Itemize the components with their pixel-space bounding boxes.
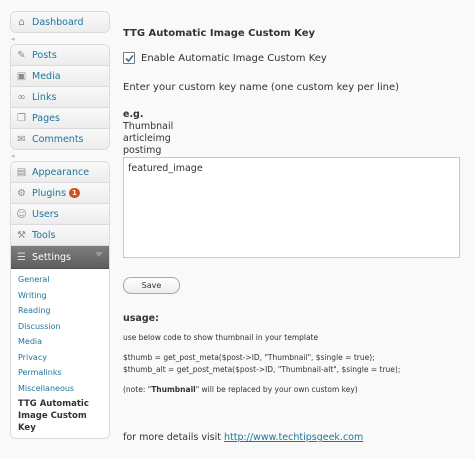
comments-icon: ✉	[17, 133, 26, 145]
note-prefix: (note: "	[123, 385, 152, 394]
appearance-icon: ▤	[16, 166, 27, 178]
code-line: $thumb = get_post_meta($post->ID, "Thumb…	[123, 353, 375, 362]
submenu-current-line2: Image Custom Key	[18, 411, 87, 433]
submenu-item-current[interactable]: TTG Automatic Image Custom Key	[11, 396, 109, 438]
menu-group-admin: ▤ Appearance ⚙ Plugins 1 ☺ Users ⚒ Tools…	[10, 161, 110, 439]
submenu-item-general[interactable]: General	[11, 272, 109, 288]
menu-item-settings[interactable]: ☰ Settings	[11, 246, 109, 269]
menu-label: Posts	[32, 49, 57, 61]
usage-description: use below code to show thumbnail in your…	[123, 333, 319, 342]
menu-label: Settings	[32, 251, 71, 263]
settings-submenu: General Writing Reading Discussion Media…	[11, 269, 109, 438]
admin-sidebar: ⌂ Dashboard ◂ ✎ Posts ▣ Media ∞ Links ❐ …	[10, 11, 110, 439]
code-line: $thumb_alt = get_post_meta($post->ID, "T…	[123, 365, 401, 374]
enable-checkbox[interactable]	[123, 52, 135, 64]
note-suffix: " will be replaced by your own custom ke…	[195, 385, 358, 394]
menu-item-users[interactable]: ☺ Users	[11, 204, 109, 225]
menu-label: Pages	[32, 112, 60, 124]
menu-separator: ◂	[11, 152, 15, 160]
menu-label: Dashboard	[32, 16, 84, 28]
menu-item-dashboard[interactable]: ⌂ Dashboard	[11, 12, 109, 32]
menu-group-content: ✎ Posts ▣ Media ∞ Links ❐ Pages ✉ Commen…	[10, 44, 110, 150]
users-icon: ☺	[16, 208, 27, 220]
details-prefix: for more details visit	[123, 432, 224, 443]
menu-label: Comments	[32, 133, 84, 145]
menu-item-media[interactable]: ▣ Media	[11, 66, 109, 87]
submenu-item-discussion[interactable]: Discussion	[11, 319, 109, 335]
example-list: Thumbnail articleimg postimg	[123, 121, 173, 157]
submenu-item-permalinks[interactable]: Permalinks	[11, 365, 109, 381]
menu-label: Plugins	[32, 187, 67, 199]
chevron-down-icon[interactable]	[95, 252, 103, 257]
menu-label: Tools	[32, 229, 56, 241]
menu-label: Links	[32, 91, 57, 103]
links-icon: ∞	[17, 91, 26, 103]
submenu-item-reading[interactable]: Reading	[11, 303, 109, 319]
website-link[interactable]: http://www.techtipsgeek.com	[224, 432, 363, 443]
example-item: postimg	[123, 145, 162, 156]
instruction-text: Enter your custom key name (one custom k…	[123, 82, 400, 93]
save-button[interactable]: Save	[123, 277, 180, 294]
example-heading: e.g.	[123, 109, 144, 120]
menu-label: Users	[32, 208, 59, 220]
plugins-icon: ⚙	[17, 187, 26, 199]
enable-label: Enable Automatic Image Custom Key	[141, 52, 327, 64]
submenu-item-privacy[interactable]: Privacy	[11, 350, 109, 366]
usage-heading: usage:	[123, 313, 159, 324]
menu-separator: ◂	[11, 35, 15, 43]
menu-item-links[interactable]: ∞ Links	[11, 87, 109, 108]
example-item: Thumbnail	[123, 121, 174, 132]
posts-icon: ✎	[17, 49, 26, 61]
menu-item-appearance[interactable]: ▤ Appearance	[11, 162, 109, 183]
menu-group-dashboard: ⌂ Dashboard	[10, 11, 110, 33]
custom-key-textarea[interactable]: featured_image	[123, 157, 460, 258]
usage-note: (note: "Thumbnail" will be replaced by y…	[123, 385, 358, 394]
menu-item-posts[interactable]: ✎ Posts	[11, 45, 109, 66]
tools-icon: ⚒	[17, 229, 26, 241]
example-item: articleimg	[123, 133, 171, 144]
settings-icon: ☰	[17, 251, 26, 263]
menu-label: Appearance	[32, 166, 90, 178]
submenu-item-media[interactable]: Media	[11, 334, 109, 350]
pages-icon: ❐	[17, 112, 26, 124]
menu-item-pages[interactable]: ❐ Pages	[11, 108, 109, 129]
details-line: for more details visit http://www.techti…	[123, 432, 363, 443]
enable-row: Enable Automatic Image Custom Key	[123, 52, 327, 64]
plugins-update-badge: 1	[69, 188, 80, 198]
menu-item-comments[interactable]: ✉ Comments	[11, 129, 109, 149]
menu-label: Media	[32, 70, 61, 82]
media-icon: ▣	[16, 70, 27, 82]
dashboard-icon: ⌂	[18, 16, 25, 28]
menu-item-plugins[interactable]: ⚙ Plugins 1	[11, 183, 109, 204]
checkmark-icon	[124, 54, 134, 62]
note-keyword: Thumbnail	[151, 385, 196, 394]
submenu-item-miscellaneous[interactable]: Miscellaneous	[11, 381, 109, 397]
menu-item-tools[interactable]: ⚒ Tools	[11, 225, 109, 246]
submenu-current-line1: TTG Automatic	[18, 399, 89, 409]
page-title: TTG Automatic Image Custom Key	[123, 28, 316, 39]
submenu-item-writing[interactable]: Writing	[11, 288, 109, 304]
